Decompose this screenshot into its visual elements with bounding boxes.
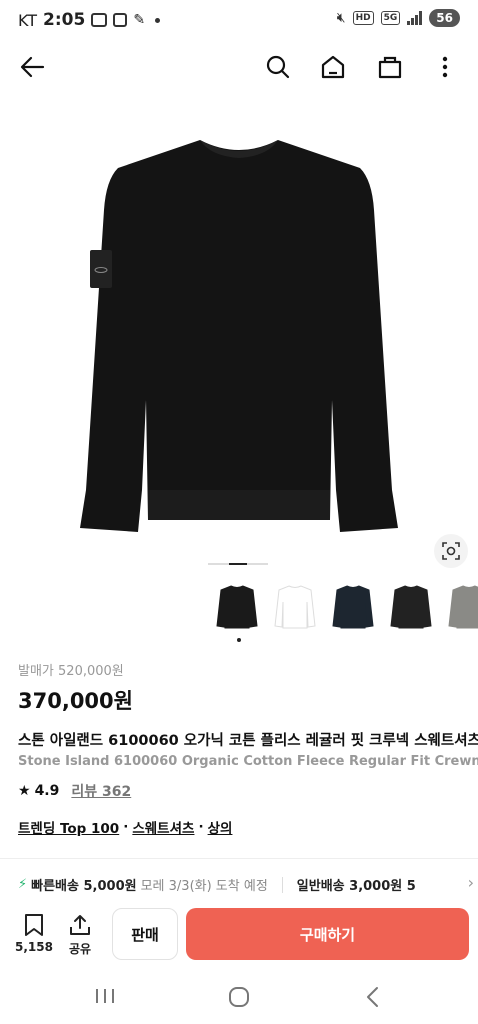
original-price-row: 발매가 520,000원	[18, 660, 478, 679]
home-icon	[321, 55, 345, 79]
tag-separator: ·	[123, 819, 129, 835]
chevron-right-icon: ›	[463, 875, 474, 892]
link-icon: ✎	[133, 12, 146, 28]
wishlist-button[interactable]: 5,158	[15, 913, 53, 954]
wishlist-count: 5,158	[15, 940, 53, 954]
bookmark-icon	[24, 914, 43, 936]
screenshot-icon	[91, 13, 108, 27]
normal-shipping-label: 일반배송 3,000원 5	[296, 879, 416, 894]
app-header	[0, 44, 478, 90]
bolt-icon: ⚡	[18, 877, 28, 892]
lens-icon	[442, 542, 460, 560]
sweatshirt-thumb-icon	[448, 585, 478, 629]
gallery-icon	[113, 13, 128, 27]
sweatshirt-thumb-icon	[216, 585, 258, 629]
rating-row: ★ 4.9 리뷰 362	[18, 781, 478, 801]
home-button[interactable]	[318, 52, 348, 82]
product-name-ko: 스톤 아일랜드 6100060 오가닉 코튼 플리스 레귤러 핏 크루넥 스웨트…	[18, 733, 478, 749]
buy-button[interactable]: 구매하기	[186, 908, 469, 960]
carrier-label: KT	[18, 10, 38, 30]
hd-badge: HD	[352, 11, 374, 25]
image-pager	[208, 563, 268, 565]
signal-icon	[407, 11, 423, 25]
color-thumbnail[interactable]	[328, 580, 378, 634]
selected-thumb-dot	[237, 638, 241, 642]
notification-dot-icon	[155, 17, 161, 23]
share-label: 공유	[68, 942, 92, 956]
review-link[interactable]: 리뷰 362	[71, 781, 131, 801]
shipping-row[interactable]: ⚡ 빠른배송 5,000원 모레 3/3(화) 도착 예정 일반배송 3,000…	[18, 875, 478, 894]
sweatshirt-illustration	[80, 140, 398, 532]
back-button[interactable]	[17, 52, 47, 82]
sale-price: 370,000원	[18, 689, 133, 713]
status-left: KT 2:05 ✎	[18, 10, 161, 30]
sell-button[interactable]: 판매	[112, 908, 178, 960]
home-circle-icon	[229, 987, 249, 1007]
product-info: 발매가 520,000원 370,000원 스톤 아일랜드 6100060 오가…	[18, 660, 478, 837]
clock: 2:05	[43, 10, 86, 30]
color-thumbnail[interactable]	[270, 580, 320, 634]
product-image[interactable]	[0, 100, 478, 555]
fast-shipping-eta: 모레 3/3(화) 도착 예정	[140, 879, 268, 894]
more-button[interactable]	[430, 52, 460, 82]
cart-button[interactable]	[375, 52, 405, 82]
search-button[interactable]	[263, 52, 293, 82]
5g-badge: 5G	[380, 11, 401, 25]
tag-separator: ·	[198, 819, 204, 835]
color-thumbnail[interactable]	[386, 580, 436, 634]
home-nav-button[interactable]	[228, 986, 250, 1012]
sweatshirt-thumb-icon	[390, 585, 432, 629]
system-nav-bar	[0, 976, 478, 1024]
mute-icon: 🔇︎	[336, 10, 346, 26]
recent-apps-button[interactable]	[94, 986, 116, 1010]
color-thumbnails	[212, 580, 478, 634]
sweatshirt-thumb-icon	[332, 585, 374, 629]
shopping-bag-icon	[378, 56, 402, 79]
share-icon	[70, 915, 90, 935]
original-price-label: 발매가	[18, 664, 54, 679]
color-thumbnail[interactable]	[444, 580, 478, 634]
tag-sweatshirt[interactable]: 스웨트셔츠	[132, 817, 194, 837]
tag-top[interactable]: 상의	[208, 817, 233, 837]
section-divider	[0, 858, 478, 859]
back-nav-button[interactable]	[364, 986, 382, 1012]
color-thumbnail[interactable]	[212, 580, 262, 634]
product-name-en: Stone Island 6100060 Organic Cotton Flee…	[18, 754, 478, 769]
recent-apps-icon	[96, 989, 114, 1003]
share-button[interactable]: 공유	[68, 913, 92, 957]
search-icon	[266, 55, 290, 79]
status-bar: KT 2:05 ✎ 🔇︎ HD 5G 56	[0, 0, 478, 40]
shipping-divider	[281, 876, 283, 893]
original-price: 520,000원	[58, 664, 124, 679]
fast-shipping-label: 빠른배송 5,000원	[31, 879, 137, 894]
image-search-button[interactable]	[434, 534, 468, 568]
tag-trending[interactable]: 트렌딩 Top 100	[18, 817, 119, 837]
pager-active-indicator	[229, 563, 247, 565]
more-vertical-icon	[442, 56, 448, 78]
battery-badge: 56	[429, 9, 460, 27]
back-arrow-icon	[20, 56, 45, 78]
sweatshirt-thumb-icon	[274, 585, 316, 629]
status-right: 🔇︎ HD 5G 56	[337, 9, 460, 27]
bottom-action-bar: 5,158 공유 판매 구매하기	[0, 905, 478, 965]
rating-value: 4.9	[34, 783, 60, 799]
back-chevron-icon	[367, 987, 378, 1007]
category-tags: 트렌딩 Top 100 · 스웨트셔츠 · 상의	[18, 817, 478, 837]
star-icon: ★	[18, 783, 31, 799]
